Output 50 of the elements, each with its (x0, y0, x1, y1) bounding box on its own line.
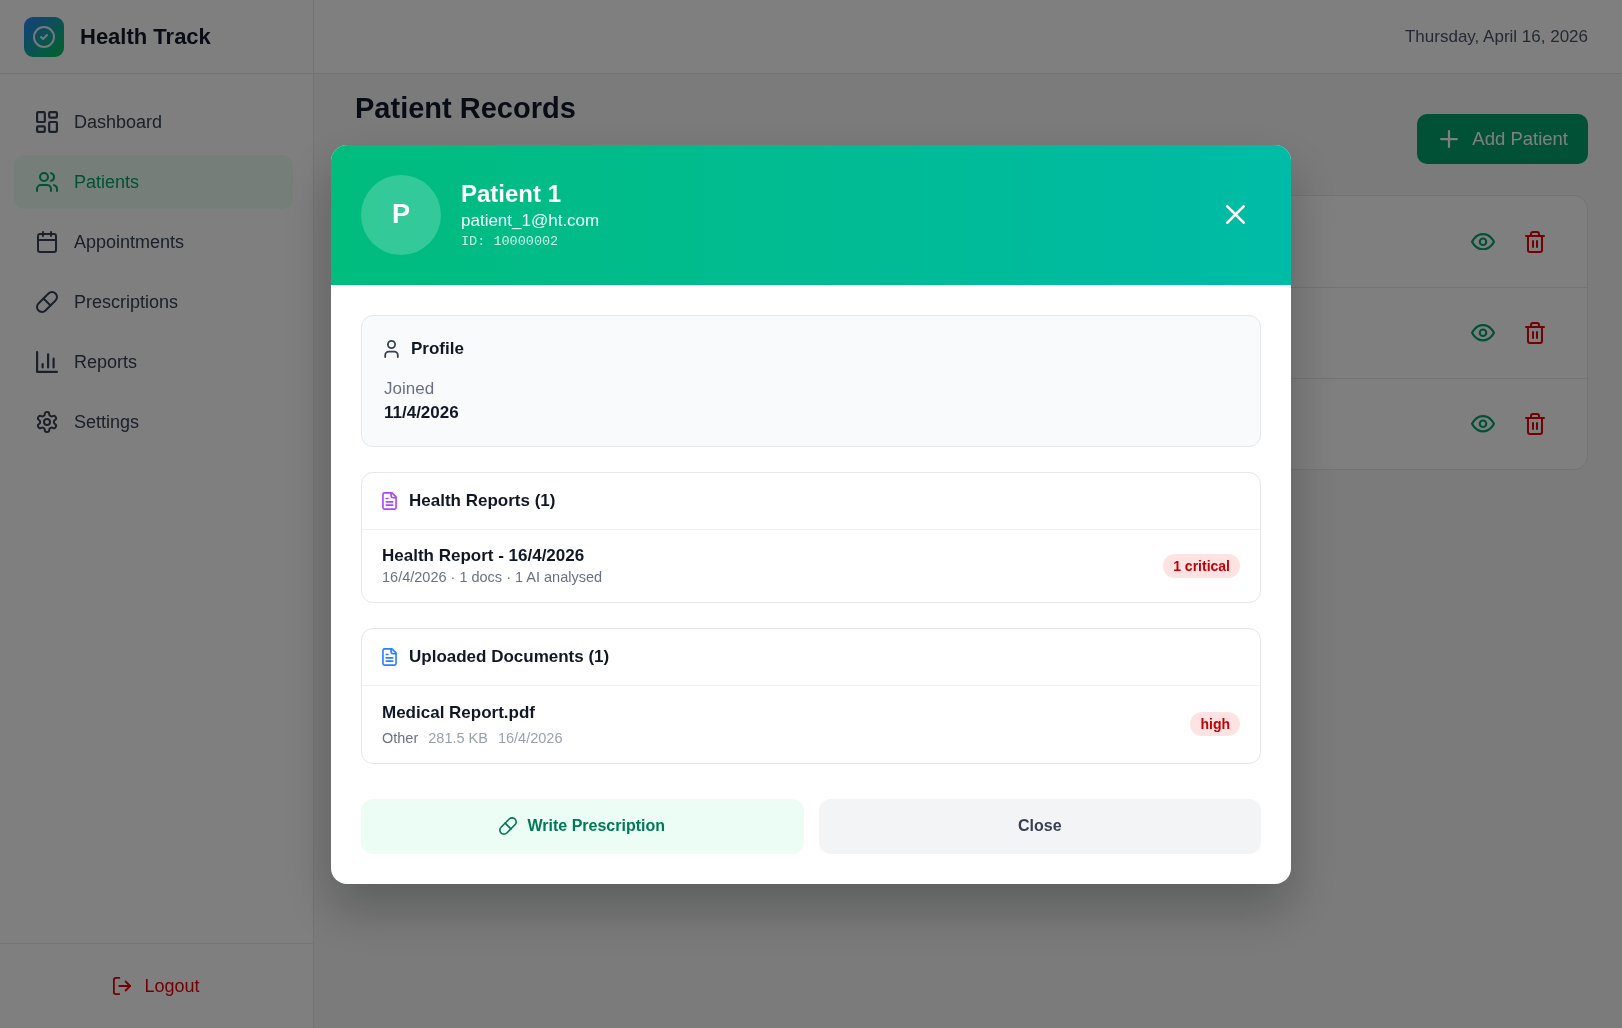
logout-button[interactable]: Logout (113, 975, 200, 997)
nav-item[interactable]: Settings (14, 395, 293, 449)
eye-icon (1471, 324, 1495, 342)
report-title: Health Report - 16/4/2026 (382, 544, 586, 567)
settings-icon (36, 411, 58, 433)
nav-item[interactable]: Prescriptions (14, 275, 293, 329)
trash-icon (1525, 322, 1545, 344)
field-label: Joined (384, 377, 436, 400)
write-prescription-button[interactable]: Write Prescription (361, 798, 804, 854)
current-date: Thursday, April 16, 2026 (1405, 26, 1588, 47)
document-name: Medical Report.pdf (382, 701, 536, 724)
logout-icon (113, 977, 132, 995)
document-size: 281.5 KB (428, 728, 488, 748)
patient-name: Patient 1 (461, 178, 563, 209)
patient-avatar: P (361, 174, 441, 255)
pill-icon (499, 817, 518, 835)
add-patient-button[interactable]: Add Patient (1417, 114, 1588, 164)
severity-badge: 1 critical (1163, 553, 1240, 578)
severity-badge: high (1190, 712, 1240, 736)
section-title: Health Reports (1) (409, 489, 556, 512)
bar-chart-icon (36, 351, 58, 373)
user-icon (384, 339, 399, 358)
document-category: Other (382, 728, 419, 748)
document-date: 16/4/2026 (497, 728, 563, 748)
page-title: Patient Records (355, 91, 576, 126)
nav-item[interactable]: Patients (14, 155, 293, 209)
close-icon (1226, 205, 1245, 224)
nav-item[interactable]: Appointments (14, 215, 293, 269)
nav-item[interactable]: Dashboard (14, 95, 293, 149)
patient-email: patient_1@ht.com (461, 209, 600, 232)
section-title: Uploaded Documents (1) (409, 645, 610, 668)
grid-icon (36, 111, 58, 133)
eye-icon (1471, 415, 1495, 433)
patient-id: ID: 10000002 (461, 232, 560, 251)
pill-icon (36, 291, 58, 313)
trash-icon (1525, 413, 1545, 435)
plus-icon (1440, 130, 1459, 148)
users-icon (36, 171, 58, 193)
section-title: Profile (411, 337, 464, 360)
nav-item[interactable]: Reports (14, 335, 293, 389)
app-name: Health Track (80, 23, 211, 50)
field-value: 11/4/2026 (384, 401, 460, 424)
close-button[interactable]: Close (818, 798, 1261, 854)
calendar-icon (36, 231, 58, 253)
document-icon (382, 647, 397, 666)
document-icon (382, 491, 397, 510)
trash-icon (1525, 230, 1545, 253)
report-meta: 16/4/2026 · 1 docs · 1 AI analysed (382, 567, 603, 587)
logo-icon (24, 16, 64, 57)
eye-icon (1471, 232, 1495, 251)
